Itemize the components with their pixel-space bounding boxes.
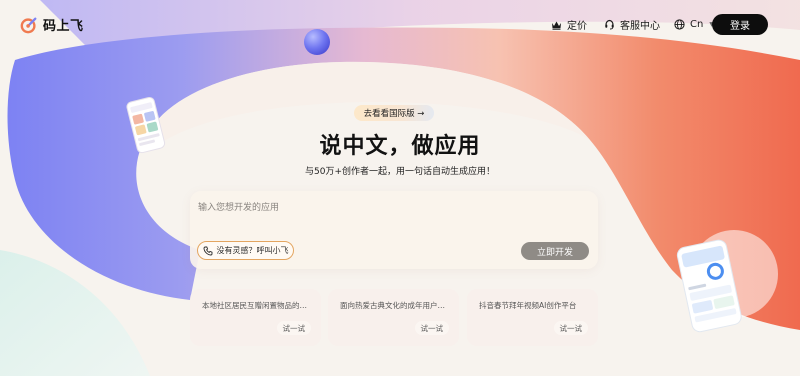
brand-logo[interactable]: 码上飞 xyxy=(20,15,84,34)
prompt-card: 没有灵感？呼叫小飞 立即开发 xyxy=(190,191,598,269)
nav-service-center[interactable]: 客服中心 xyxy=(604,17,660,32)
page-subtitle: 与50万+创作者一起，用一句话自动生成应用！ xyxy=(305,167,495,177)
crown-icon xyxy=(552,21,561,30)
language-label: Cn xyxy=(690,19,704,30)
try-button[interactable]: 试一试 xyxy=(553,321,588,335)
brand-name: 码上飞 xyxy=(43,19,84,34)
phone-icon xyxy=(203,246,212,255)
nav-pricing-label: 定价 xyxy=(567,21,587,32)
globe-icon xyxy=(674,19,685,30)
try-button[interactable]: 试一试 xyxy=(276,321,311,335)
language-switcher[interactable]: Cn ▼ xyxy=(674,19,714,30)
top-nav-bar: 码上飞 定价 客服中心 Cn ▼ xyxy=(0,0,800,50)
nav-pricing[interactable]: 定价 xyxy=(551,17,587,32)
call-xiaofei-button[interactable]: 没有灵感？呼叫小飞 xyxy=(197,241,294,260)
login-button[interactable]: 登录 xyxy=(712,14,768,35)
suggestion-text: 抖音春节拜年视频AI创作平台 xyxy=(479,301,577,310)
try-button[interactable]: 试一试 xyxy=(414,321,449,335)
develop-now-button[interactable]: 立即开发 xyxy=(521,242,589,260)
suggestion-card[interactable]: 面向热爱古典文化的成年用户，... 试一试 xyxy=(328,289,459,346)
suggestion-card[interactable]: 抖音春节拜年视频AI创作平台 试一试 xyxy=(467,289,598,346)
phone-mockup-right xyxy=(668,228,786,342)
suggestion-text: 面向热爱古典文化的成年用户，... xyxy=(340,301,450,310)
nav-service-label: 客服中心 xyxy=(620,21,660,32)
call-xiaofei-label: 没有灵感？呼叫小飞 xyxy=(216,246,289,255)
suggestion-card[interactable]: 本地社区居民互赠闲置物品的平... 试一试 xyxy=(190,289,321,346)
codefly-logo-icon xyxy=(20,17,37,33)
page-title: 说中文，做应用 xyxy=(319,134,481,159)
app-idea-input[interactable] xyxy=(198,200,588,216)
header-nav: 定价 客服中心 Cn ▼ xyxy=(551,17,714,32)
suggestion-text: 本地社区居民互赠闲置物品的平... xyxy=(202,301,312,310)
headset-icon xyxy=(605,19,614,30)
international-version-link[interactable]: 去看看国际版 → xyxy=(354,105,434,121)
